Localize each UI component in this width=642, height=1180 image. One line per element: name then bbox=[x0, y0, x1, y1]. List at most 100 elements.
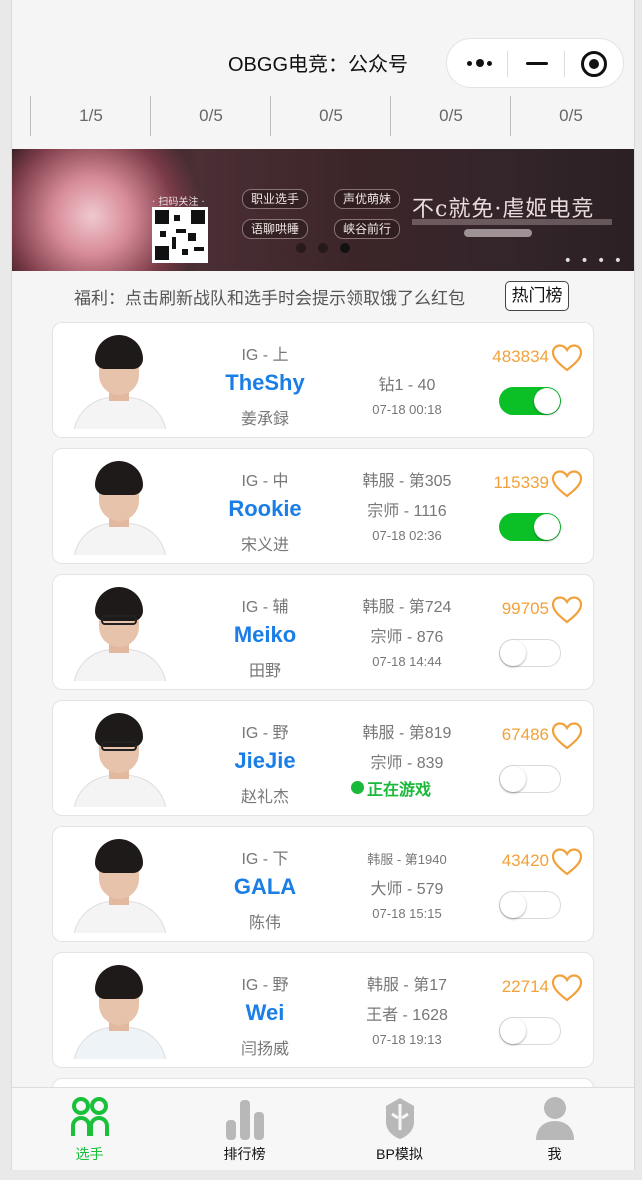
follow-toggle[interactable] bbox=[499, 1017, 561, 1045]
player-real-name: 陈伟 bbox=[248, 915, 281, 932]
heart-icon[interactable] bbox=[551, 469, 583, 499]
carousel-dot[interactable] bbox=[296, 243, 306, 253]
player-card[interactable]: IG - 辅 Meiko 田野 韩服 - 第724 宗师 - 876 07-18… bbox=[52, 574, 594, 690]
follow-toggle[interactable] bbox=[499, 891, 561, 919]
follow-toggle[interactable] bbox=[499, 513, 561, 541]
rank-tier: 大师 - 579 bbox=[370, 881, 444, 898]
rank-tier: 宗师 - 839 bbox=[370, 755, 444, 772]
heart-icon[interactable] bbox=[551, 721, 583, 751]
player-real-name: 宋义进 bbox=[240, 537, 289, 554]
heart-icon[interactable] bbox=[551, 973, 583, 1003]
server-rank: 韩服 - 第724 bbox=[362, 599, 452, 616]
last-updated: 07-18 02:36 bbox=[372, 528, 442, 543]
carousel-dot-active[interactable] bbox=[340, 243, 350, 253]
player-ign: TheShy bbox=[225, 370, 305, 395]
follow-toggle[interactable] bbox=[499, 639, 561, 667]
banner-pill bbox=[464, 229, 532, 237]
banner-tag: 峡谷前行 bbox=[334, 219, 401, 239]
server-rank: 韩服 - 第305 bbox=[362, 473, 452, 490]
last-updated: 07-18 00:18 bbox=[372, 402, 442, 417]
more-menu-button[interactable] bbox=[447, 39, 507, 87]
qr-caption: · 扫码关注 · bbox=[152, 197, 205, 208]
like-count: 99705 bbox=[501, 599, 549, 618]
player-card[interactable]: IG - 野 Wei 闫扬威 韩服 - 第17 王者 - 1628 07-18 … bbox=[52, 952, 594, 1068]
close-mini-program-button[interactable] bbox=[565, 39, 625, 87]
slot-counters: 1/5 0/5 0/5 0/5 0/5 bbox=[12, 94, 634, 138]
banner-subtext bbox=[412, 219, 612, 225]
tab-label: BP模拟 bbox=[376, 1146, 423, 1162]
tab-ranking[interactable]: 排行榜 bbox=[167, 1088, 322, 1170]
heart-icon[interactable] bbox=[551, 595, 583, 625]
player-avatar bbox=[69, 709, 167, 807]
player-card[interactable]: IG - 上 TheShy 姜承録 钻1 - 40 07-18 00:18 48… bbox=[52, 322, 594, 438]
carousel-dot[interactable] bbox=[318, 243, 328, 253]
player-ign: Wei bbox=[245, 1000, 285, 1025]
mini-program-capsule bbox=[446, 38, 624, 88]
glasses-icon bbox=[101, 615, 137, 625]
player-avatar bbox=[69, 835, 167, 933]
counter-slot: 0/5 bbox=[390, 96, 511, 136]
page-title: OBGG电竞：公众号 bbox=[228, 54, 409, 76]
server-rank: 韩服 - 第1940 bbox=[367, 852, 447, 867]
rank-tier: 宗师 - 1116 bbox=[367, 503, 447, 520]
player-card[interactable]: IG - 野 JieJie 赵礼杰 韩服 - 第819 宗师 - 839 正在游… bbox=[52, 700, 594, 816]
tab-label: 选手 bbox=[75, 1146, 104, 1162]
heart-icon[interactable] bbox=[551, 847, 583, 877]
tab-label: 我 bbox=[547, 1146, 562, 1162]
minus-icon bbox=[526, 62, 548, 65]
heart-icon[interactable] bbox=[551, 343, 583, 373]
player-real-name: 田野 bbox=[248, 663, 281, 680]
team-position: IG - 辅 bbox=[241, 599, 289, 616]
player-card[interactable]: IG - 中 Rookie 宋义进 韩服 - 第305 宗师 - 1116 07… bbox=[52, 448, 594, 564]
player-ign: GALA bbox=[233, 874, 297, 899]
like-count: 483834 bbox=[492, 347, 549, 366]
tab-me[interactable]: 我 bbox=[477, 1088, 632, 1170]
rank-tier: 宗师 - 876 bbox=[370, 629, 444, 646]
ranking-icon bbox=[226, 1100, 264, 1140]
qr-code-icon bbox=[152, 207, 208, 263]
player-real-name: 闫扬威 bbox=[240, 1041, 289, 1058]
players-icon bbox=[71, 1097, 109, 1136]
counter-slot: 0/5 bbox=[270, 96, 391, 136]
team-position: IG - 野 bbox=[241, 977, 289, 994]
player-card[interactable]: IG - 下 GALA 陈伟 韩服 - 第1940 大师 - 579 07-18… bbox=[52, 826, 594, 942]
navigation-bar: OBGG电竞：公众号 bbox=[12, 0, 634, 92]
player-ign: Meiko bbox=[233, 622, 297, 647]
player-avatar bbox=[69, 331, 167, 429]
minimize-button[interactable] bbox=[508, 39, 568, 87]
banner-tag: 语聊哄睡 bbox=[242, 219, 309, 239]
more-dots-icon: • • • • bbox=[563, 253, 624, 269]
like-count: 67486 bbox=[501, 725, 549, 744]
follow-toggle[interactable] bbox=[499, 765, 561, 793]
promo-banner[interactable]: · 扫码关注 · 职业选手 声优萌妹 语聊哄睡 峡谷前行 不c就免·虐姬电竞 •… bbox=[12, 149, 634, 271]
player-ign: JieJie bbox=[234, 748, 296, 773]
follow-toggle[interactable] bbox=[499, 387, 561, 415]
like-count: 22714 bbox=[501, 977, 549, 996]
counter-slot: 0/5 bbox=[510, 96, 631, 136]
player-list: IG - 上 TheShy 姜承録 钻1 - 40 07-18 00:18 48… bbox=[52, 322, 594, 1108]
team-position: IG - 上 bbox=[241, 347, 289, 364]
bp-helmet-icon bbox=[386, 1098, 414, 1139]
rank-tier: 钻1 - 40 bbox=[378, 377, 436, 394]
profile-icon bbox=[536, 1097, 574, 1140]
like-count: 115339 bbox=[493, 473, 549, 492]
banner-tag: 职业选手 bbox=[242, 189, 309, 209]
team-position: IG - 中 bbox=[241, 473, 289, 490]
counter-slot: 0/5 bbox=[150, 96, 271, 136]
in-game-status: 正在游戏 bbox=[367, 782, 432, 799]
player-avatar bbox=[69, 457, 167, 555]
banner-tag: 声优萌妹 bbox=[334, 189, 401, 209]
counter-slot: 1/5 bbox=[30, 96, 151, 136]
player-ign: Rookie bbox=[228, 496, 302, 521]
welfare-notice: 福利：点击刷新战队和选手时会提示领取饿了么红包 bbox=[74, 289, 465, 308]
server-rank: 韩服 - 第17 bbox=[366, 977, 448, 994]
hot-list-button[interactable]: 热门榜 bbox=[505, 281, 569, 311]
tab-bp-simulator[interactable]: BP模拟 bbox=[322, 1088, 477, 1170]
team-position: IG - 野 bbox=[241, 725, 289, 742]
glasses-icon bbox=[101, 741, 137, 751]
tab-players[interactable]: 选手 bbox=[12, 1088, 167, 1170]
tab-label: 排行榜 bbox=[223, 1146, 266, 1162]
player-avatar bbox=[69, 583, 167, 681]
server-rank: 韩服 - 第819 bbox=[362, 725, 452, 742]
online-dot-icon bbox=[351, 781, 364, 794]
